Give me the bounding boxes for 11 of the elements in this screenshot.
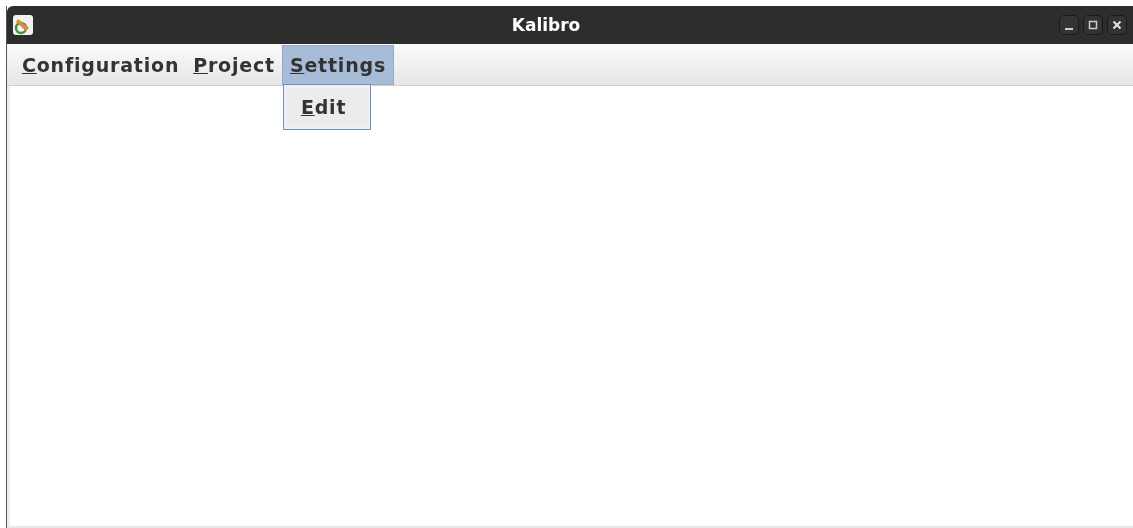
minimize-icon <box>1065 27 1073 30</box>
maximize-icon <box>1088 20 1098 30</box>
minimize-button[interactable] <box>1059 15 1079 35</box>
maximize-button[interactable] <box>1083 15 1103 35</box>
menu-item[interactable]: Configuration <box>15 45 187 85</box>
menu-item[interactable]: Project <box>186 45 282 85</box>
close-icon <box>1112 20 1122 30</box>
close-button[interactable] <box>1107 15 1127 35</box>
window-title: Kalibro <box>510 15 582 35</box>
menu-entry[interactable]: Edit <box>286 88 367 126</box>
app-icon <box>13 15 33 35</box>
